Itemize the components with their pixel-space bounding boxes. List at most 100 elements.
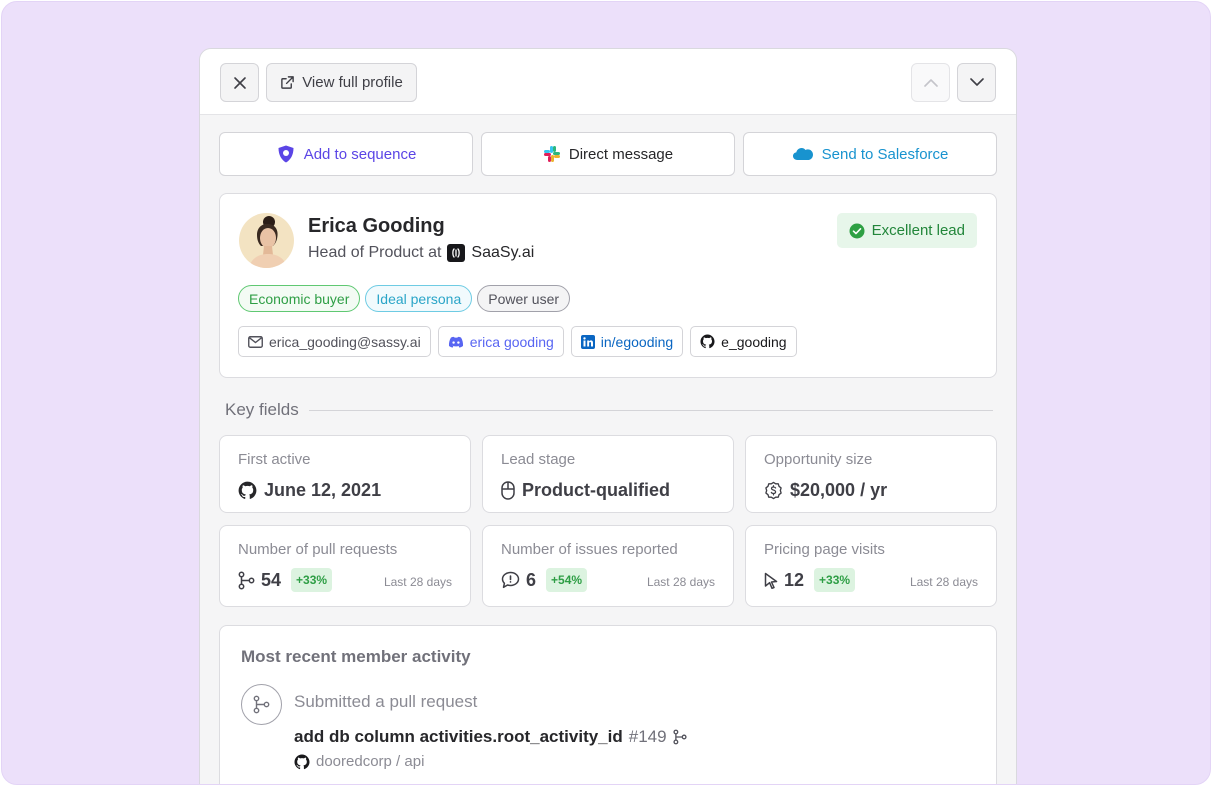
linkedin-icon bbox=[580, 334, 595, 349]
metric-period: Last 28 days bbox=[646, 575, 715, 589]
email-text: erica_gooding@sassy.ai bbox=[269, 333, 421, 350]
pull-request-icon bbox=[253, 695, 270, 714]
view-full-profile-button[interactable]: View full profile bbox=[266, 63, 417, 102]
metric-label: Number of issues reported bbox=[501, 541, 678, 558]
shield-icon bbox=[278, 145, 294, 163]
send-to-salesforce-label: Send to Salesforce bbox=[821, 145, 949, 163]
company-name[interactable]: SaaSy.ai bbox=[471, 244, 534, 262]
company-logo-icon bbox=[447, 244, 466, 262]
contact-role: Head of Product at SaaSy.ai bbox=[308, 244, 534, 262]
field-label: Lead stage bbox=[501, 451, 576, 468]
metric-value: 12 +33% bbox=[764, 568, 856, 592]
issues-count: 6 bbox=[526, 569, 537, 590]
direct-message-label: Direct message bbox=[568, 145, 674, 163]
github-icon bbox=[700, 334, 715, 349]
pull-request-icon bbox=[672, 729, 687, 745]
discord-icon bbox=[448, 336, 463, 348]
metric-value: 6 +54% bbox=[501, 568, 588, 592]
github-link[interactable]: e_gooding bbox=[690, 326, 797, 357]
discord-text: erica gooding bbox=[469, 333, 554, 350]
pricing-visits-count: 12 bbox=[784, 569, 805, 590]
backdrop: View full profile Add to sequence Direct… bbox=[1, 1, 1211, 785]
close-button[interactable] bbox=[220, 63, 259, 102]
mouse-icon bbox=[501, 481, 515, 500]
pricing-visits-delta: +33% bbox=[814, 568, 856, 592]
metric-period: Last 28 days bbox=[383, 575, 452, 589]
field-label: First active bbox=[238, 451, 311, 468]
view-full-profile-label: View full profile bbox=[302, 74, 403, 91]
comment-icon bbox=[501, 571, 520, 589]
action-bar: Add to sequence Direct message Send to S… bbox=[219, 132, 997, 176]
github-icon bbox=[238, 481, 257, 499]
slack-icon bbox=[543, 146, 560, 162]
issues-delta: +54% bbox=[546, 568, 588, 592]
pull-requests-delta: +33% bbox=[291, 568, 333, 592]
avatar bbox=[239, 213, 294, 268]
activity-event: Submitted a pull request bbox=[294, 692, 478, 711]
pull-request-icon bbox=[238, 571, 255, 589]
send-to-salesforce-button[interactable]: Send to Salesforce bbox=[743, 132, 997, 176]
social-links: erica_gooding@sassy.ai erica gooding in/… bbox=[238, 326, 797, 357]
metric-pricing-visits: Pricing page visits 12 +33% Last 28 days bbox=[745, 525, 997, 607]
previous-button[interactable] bbox=[911, 63, 950, 102]
lead-status-label: Excellent lead bbox=[871, 222, 965, 239]
next-button[interactable] bbox=[957, 63, 996, 102]
add-to-sequence-label: Add to sequence bbox=[303, 145, 417, 163]
salesforce-cloud-icon bbox=[792, 148, 813, 160]
external-link-icon bbox=[281, 76, 295, 89]
metric-issues-reported: Number of issues reported 6 +54% Last 28… bbox=[482, 525, 734, 607]
metric-label: Number of pull requests bbox=[238, 541, 398, 558]
contact-name: Erica Gooding bbox=[308, 215, 445, 237]
activity-type-icon bbox=[241, 684, 282, 725]
panel-toolbar: View full profile bbox=[200, 49, 1016, 115]
linkedin-text: in/egooding bbox=[600, 333, 674, 350]
metric-pull-requests: Number of pull requests 54 +33% Last 28 … bbox=[219, 525, 471, 607]
lead-stage-value: Product-qualified bbox=[522, 480, 670, 500]
discord-link[interactable]: erica gooding bbox=[437, 326, 564, 357]
check-circle-icon bbox=[849, 223, 865, 238]
lead-status-badge: Excellent lead bbox=[836, 213, 977, 248]
pull-request-title: add db column activities.root_activity_i… bbox=[294, 727, 623, 746]
metric-label: Pricing page visits bbox=[764, 541, 885, 558]
pull-requests-count: 54 bbox=[261, 569, 282, 590]
field-value: $20,000 / yr bbox=[764, 480, 887, 501]
key-fields-header: Key fields bbox=[225, 400, 993, 420]
chevron-up-icon bbox=[923, 79, 938, 87]
field-lead-stage: Lead stage Product-qualified bbox=[482, 435, 734, 513]
email-link[interactable]: erica_gooding@sassy.ai bbox=[238, 326, 431, 357]
github-icon bbox=[294, 754, 310, 769]
github-text: e_gooding bbox=[721, 333, 787, 350]
pull-request-link[interactable]: add db column activities.root_activity_i… bbox=[294, 727, 687, 747]
key-fields-title: Key fields bbox=[225, 400, 299, 419]
recent-activity-card: Most recent member activity Submitted a … bbox=[219, 625, 997, 784]
dollar-badge-icon bbox=[765, 481, 782, 500]
field-label: Opportunity size bbox=[764, 451, 873, 468]
opportunity-value: $20,000 / yr bbox=[790, 480, 888, 500]
role-text: Head of Product at bbox=[308, 244, 442, 261]
tag-power-user[interactable]: Power user bbox=[477, 285, 571, 312]
mail-icon bbox=[248, 335, 263, 348]
field-first-active: First active June 12, 2021 bbox=[219, 435, 471, 513]
close-icon bbox=[233, 76, 246, 89]
tag-ideal-persona[interactable]: Ideal persona bbox=[365, 285, 473, 312]
linkedin-link[interactable]: in/egooding bbox=[570, 326, 684, 357]
metric-value: 54 +33% bbox=[238, 568, 333, 592]
divider bbox=[308, 409, 993, 411]
field-value: June 12, 2021 bbox=[238, 480, 381, 501]
field-value: Product-qualified bbox=[501, 480, 670, 501]
persona-tags: Economic buyer Ideal persona Power user bbox=[238, 285, 571, 312]
activity-title: Most recent member activity bbox=[241, 647, 471, 666]
metric-period: Last 28 days bbox=[909, 575, 978, 589]
add-to-sequence-button[interactable]: Add to sequence bbox=[219, 132, 473, 176]
repository-name: dooredcorp / api bbox=[316, 753, 425, 770]
chevron-down-icon bbox=[969, 78, 984, 86]
pull-request-number: #149 bbox=[628, 727, 667, 746]
tag-economic-buyer[interactable]: Economic buyer bbox=[238, 285, 361, 312]
direct-message-button[interactable]: Direct message bbox=[481, 132, 735, 176]
field-opportunity-size: Opportunity size $20,000 / yr bbox=[745, 435, 997, 513]
repository-link[interactable]: dooredcorp / api bbox=[294, 753, 424, 770]
cursor-icon bbox=[764, 572, 778, 589]
contact-card: Erica Gooding Head of Product at SaaSy.a… bbox=[219, 193, 997, 378]
first-active-value: June 12, 2021 bbox=[264, 480, 382, 500]
profile-panel: View full profile Add to sequence Direct… bbox=[199, 48, 1017, 784]
